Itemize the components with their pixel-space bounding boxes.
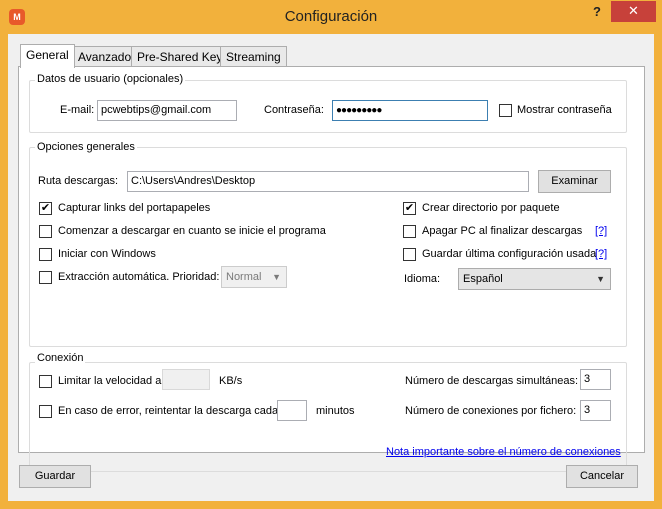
connections-note-link[interactable]: Nota importante sobre el número de conex… — [386, 446, 621, 458]
help-button[interactable]: ? — [583, 2, 611, 22]
show-password-checkbox[interactable] — [499, 104, 512, 117]
browse-button[interactable]: Examinar — [538, 170, 611, 193]
limit-speed-checkbox[interactable] — [39, 375, 52, 388]
title-bar: M Configuración ? ✕ — [0, 0, 662, 34]
speed-limit-field[interactable] — [162, 369, 210, 390]
retry-checkbox[interactable] — [39, 405, 52, 418]
capture-clipboard-checkbox[interactable]: ✔ — [39, 202, 52, 215]
shutdown-help-link[interactable]: [?] — [595, 225, 607, 237]
close-button[interactable]: ✕ — [611, 1, 656, 22]
general-options-legend: Opciones generales — [35, 141, 137, 153]
retry-unit-label: minutos — [316, 405, 355, 417]
save-button[interactable]: Guardar — [19, 465, 91, 488]
limit-speed-label: Limitar la velocidad a — [58, 375, 162, 387]
window-title: Configuración — [284, 8, 378, 25]
show-password-label: Mostrar contraseña — [517, 104, 612, 116]
shutdown-checkbox[interactable] — [403, 225, 416, 238]
save-config-checkbox[interactable] — [403, 248, 416, 261]
password-field[interactable]: ●●●●●●●●● — [332, 100, 488, 121]
config-window: M Configuración ? ✕ General Avanzado Pre… — [0, 0, 662, 509]
save-config-help-link[interactable]: [?] — [595, 248, 607, 260]
dialog-body: General Avanzado Pre-Shared Keys Streami… — [8, 34, 654, 501]
language-value: Español — [463, 273, 503, 285]
retry-label: En caso de error, reintentar la descarga… — [58, 405, 279, 417]
chevron-down-icon: ▼ — [596, 274, 605, 284]
cancel-button[interactable]: Cancelar — [566, 465, 638, 488]
auto-start-download-checkbox[interactable] — [39, 225, 52, 238]
shutdown-label: Apagar PC al finalizar descargas — [422, 225, 583, 237]
connections-per-file-field[interactable]: 3 — [580, 400, 611, 421]
email-label: E-mail: — [60, 104, 95, 116]
download-path-label: Ruta descargas: — [38, 175, 119, 187]
start-with-windows-checkbox[interactable] — [39, 248, 52, 261]
simultaneous-downloads-field[interactable]: 3 — [580, 369, 611, 390]
speed-unit-label: KB/s — [219, 375, 243, 387]
password-label: Contraseña: — [264, 104, 324, 116]
tab-panel-general: Datos de usuario (opcionales) E-mail: pc… — [18, 66, 645, 472]
create-dir-checkbox[interactable]: ✔ — [403, 202, 416, 215]
auto-start-download-label: Comenzar a descargar en cuanto se inicie… — [58, 225, 326, 237]
retry-minutes-field[interactable] — [277, 400, 307, 421]
simultaneous-downloads-label: Número de descargas simultáneas: — [405, 375, 579, 387]
auto-extract-checkbox[interactable] — [39, 271, 52, 284]
tab-general[interactable]: General — [20, 44, 75, 68]
capture-clipboard-label: Capturar links del portapapeles — [58, 202, 211, 214]
tab-pre-shared-keys[interactable]: Pre-Shared Keys — [131, 46, 235, 67]
priority-select[interactable]: Normal ▼ — [221, 266, 287, 288]
start-with-windows-label: Iniciar con Windows — [58, 248, 156, 260]
user-data-legend: Datos de usuario (opcionales) — [35, 73, 186, 85]
connection-legend: Conexión — [35, 352, 86, 364]
language-select[interactable]: Español ▼ — [458, 268, 611, 290]
download-path-field[interactable]: C:\Users\Andres\Desktop — [127, 171, 529, 192]
tab-avanzado[interactable]: Avanzado — [72, 46, 138, 67]
save-config-label: Guardar última configuración usada — [422, 248, 597, 260]
connections-per-file-label: Número de conexiones por fichero: — [405, 405, 577, 417]
auto-extract-label: Extracción automática. Prioridad: — [58, 271, 220, 283]
tab-streaming[interactable]: Streaming — [220, 46, 287, 67]
email-field[interactable]: pcwebtips@gmail.com — [97, 100, 237, 121]
language-label: Idioma: — [404, 273, 441, 285]
create-dir-label: Crear directorio por paquete — [422, 202, 560, 214]
priority-value: Normal — [226, 271, 262, 283]
chevron-down-icon: ▼ — [272, 272, 281, 282]
